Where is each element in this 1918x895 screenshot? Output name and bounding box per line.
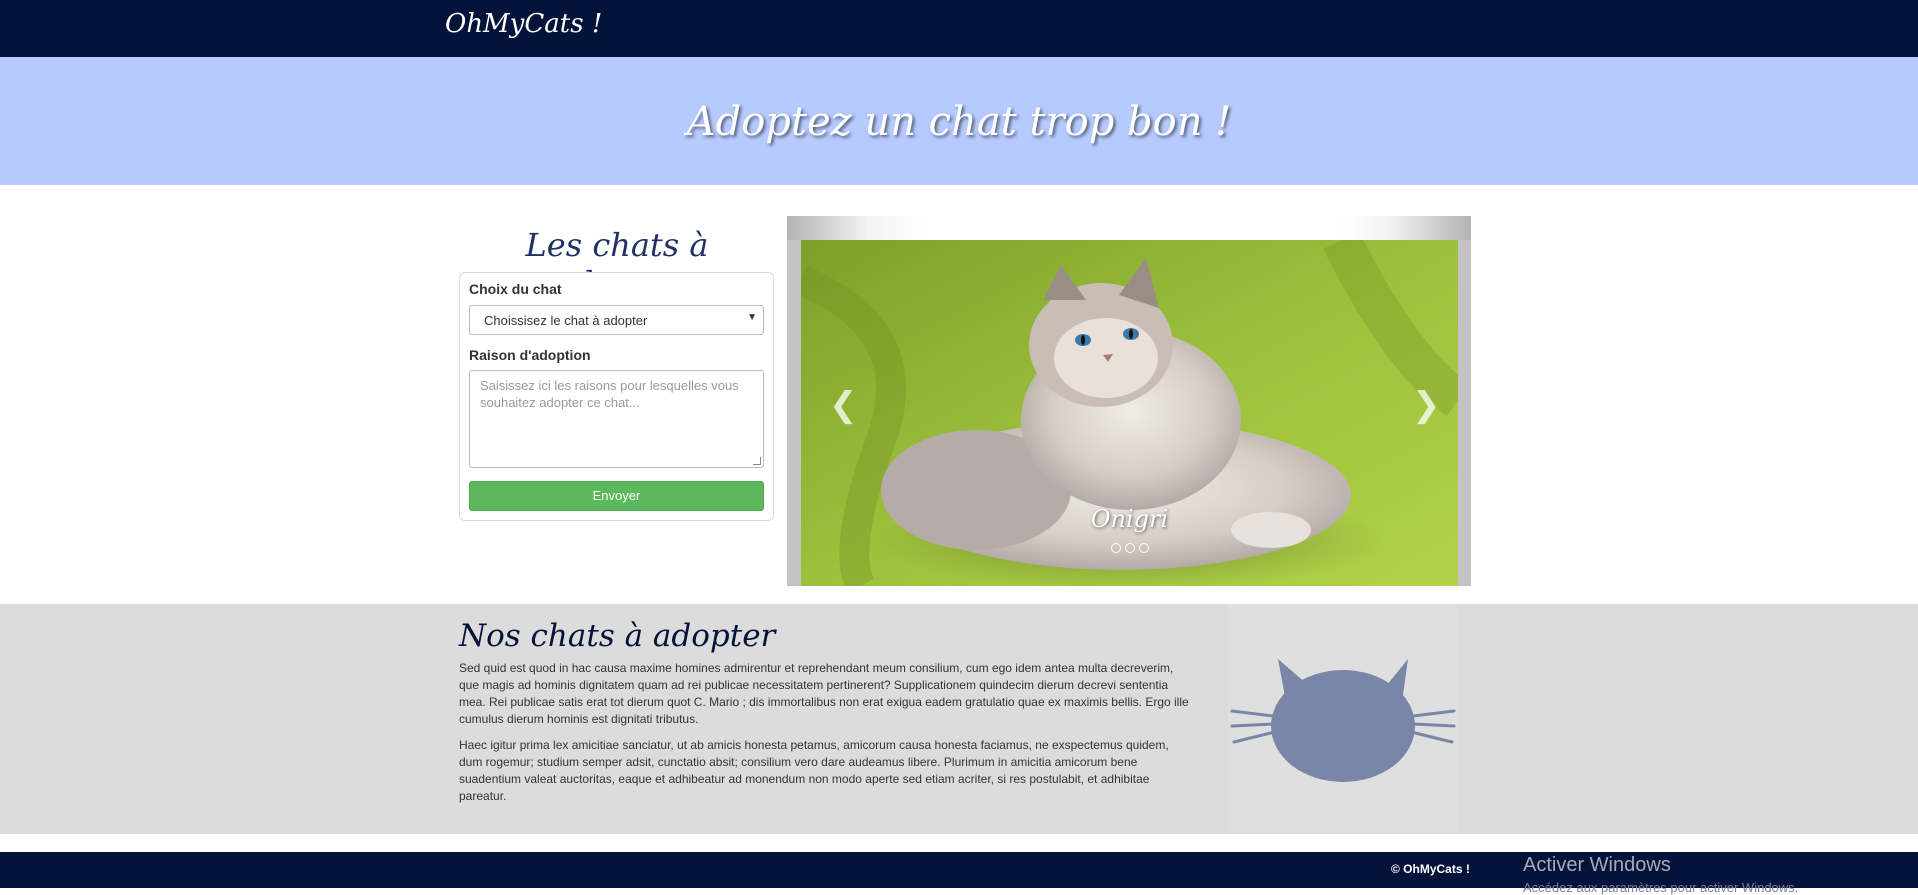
chevron-right-icon: ❯ <box>1412 385 1441 425</box>
about-paragraph: Haec igitur prima lex amicitiae sanciatu… <box>459 738 1169 803</box>
cat-head-icon <box>1230 659 1456 782</box>
hero-banner: Adoptez un chat trop bon ! <box>0 57 1918 185</box>
carousel-slide: ❮ ❯ Onigri <box>801 240 1458 586</box>
chevron-left-icon: ❮ <box>829 385 858 425</box>
carousel-frame-left <box>787 240 801 586</box>
carousel-indicators <box>801 543 1458 553</box>
brand-logo-link[interactable]: OhMyCats ! <box>445 9 602 39</box>
adoption-form: Choix du chat Choissisez le chat à adopt… <box>459 272 774 521</box>
cat-photo <box>801 240 1458 586</box>
cat-choice-value: Choissisez le chat à adopter <box>484 313 648 328</box>
about-section: Nos chats à adopter Sed quid est quod in… <box>0 604 1918 834</box>
about-paragraph: Sed quid est quod in hac causa maxime ho… <box>459 661 1189 726</box>
carousel-prev-button[interactable]: ❮ <box>829 385 858 425</box>
caret-down-icon: ▼ <box>747 312 757 323</box>
top-navbar: OhMyCats ! <box>0 0 1918 57</box>
cat-illustration-box <box>1228 604 1458 834</box>
submit-button[interactable]: Envoyer <box>469 481 764 511</box>
footer-copyright: © OhMyCats ! <box>1391 862 1470 876</box>
resize-handle-icon[interactable] <box>753 457 761 465</box>
adoption-reason-placeholder: Saisissez ici les raisons pour lesquelle… <box>480 378 739 410</box>
cat-choice-select[interactable]: Choissisez le chat à adopter ▼ <box>469 305 764 335</box>
hero-title: Adoptez un chat trop bon ! <box>686 99 1232 145</box>
adoption-reason-label: Raison d'adoption <box>469 347 591 363</box>
carousel-next-button[interactable]: ❯ <box>1412 385 1441 425</box>
page-footer: © OhMyCats ! Activer Windows Accédez aux… <box>0 852 1918 895</box>
adoption-reason-textarea[interactable]: Saisissez ici les raisons pour lesquelle… <box>469 370 764 468</box>
carousel-indicator[interactable] <box>1110 543 1121 553</box>
windows-activation-watermark: Activer Windows <box>1523 854 1671 876</box>
cat-choice-label: Choix du chat <box>469 281 562 297</box>
about-title: Nos chats à adopter <box>459 618 776 654</box>
carousel-caption: Onigri <box>1090 505 1169 533</box>
carousel-frame-right <box>1458 240 1471 586</box>
carousel-indicator[interactable] <box>1138 543 1149 553</box>
cat-carousel: ❮ ❯ Onigri <box>787 216 1471 586</box>
carousel-indicator[interactable] <box>1124 543 1135 553</box>
